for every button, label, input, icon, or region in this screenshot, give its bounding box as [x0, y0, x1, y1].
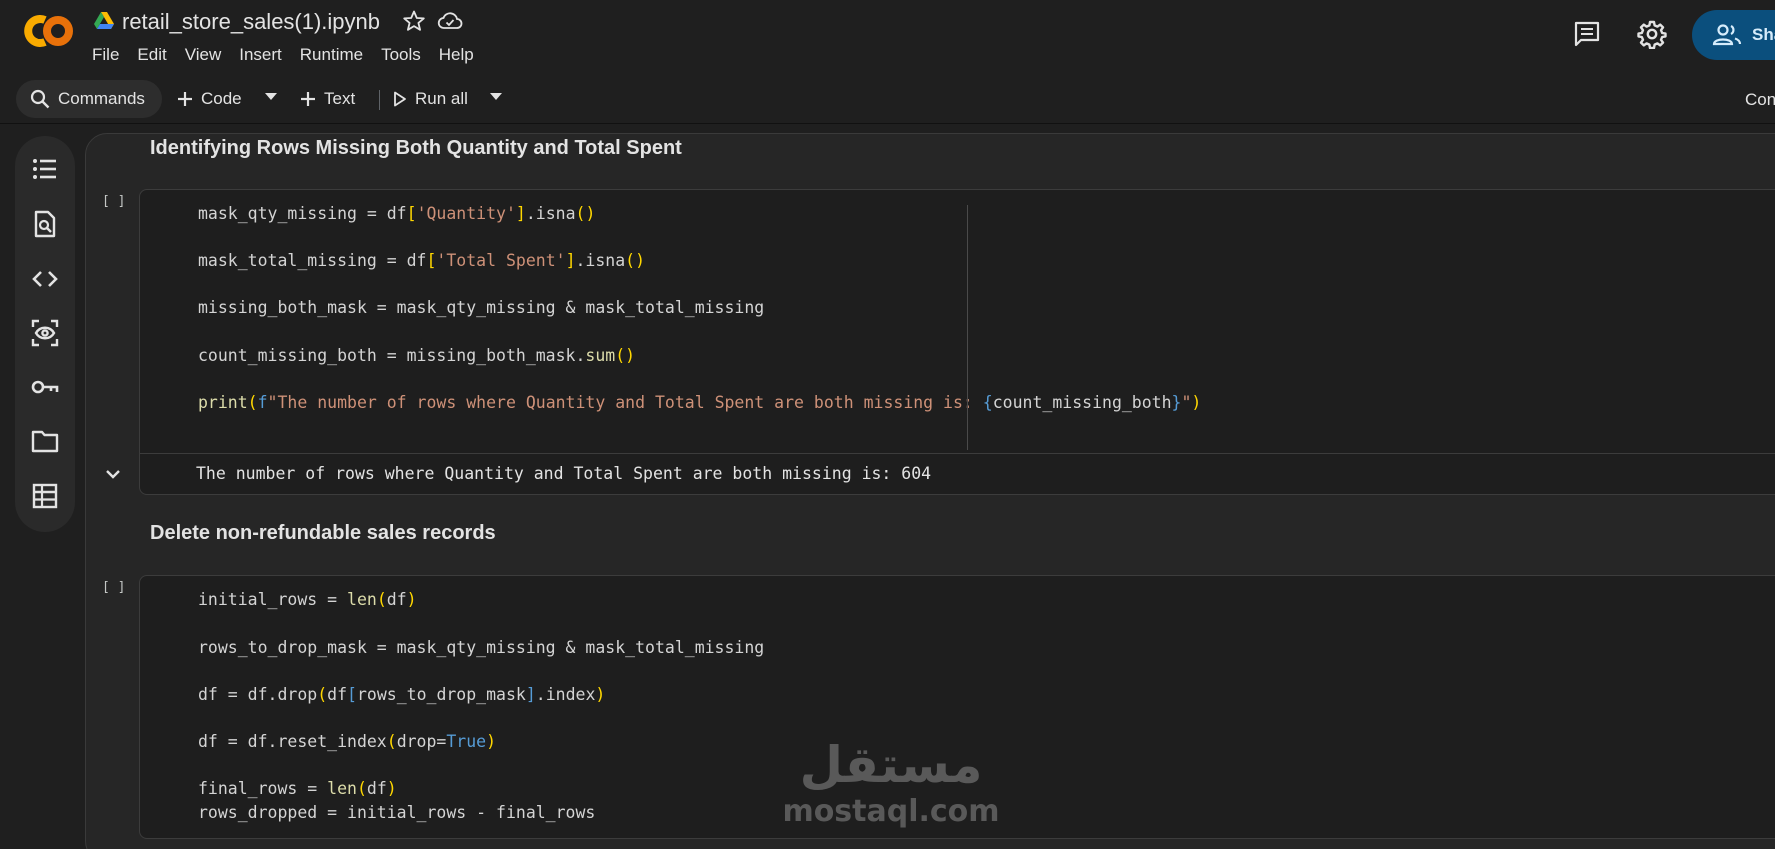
search-icon [30, 89, 50, 109]
code-line: rows_to_drop_mask = mask_qty_missing & m… [198, 638, 765, 657]
output-text: The number of rows where Quantity and To… [196, 464, 932, 483]
menu-view[interactable]: View [185, 45, 232, 65]
menu-edit[interactable]: Edit [137, 45, 176, 65]
add-text-label: Text [324, 89, 356, 108]
data-table-icon[interactable] [30, 481, 60, 511]
share-label: Sha [1752, 25, 1775, 44]
secrets-key-icon[interactable] [30, 372, 60, 402]
code-dropdown-caret-icon[interactable] [265, 93, 277, 100]
people-icon [1712, 24, 1742, 46]
code-line: rows_dropped = initial_rows - final_rows [198, 803, 596, 822]
menu-tools[interactable]: Tools [381, 45, 431, 65]
svg-text:mostaql.com: mostaql.com [782, 794, 999, 828]
code-line: missing_both_mask = mask_qty_missing & m… [198, 298, 765, 317]
files-folder-icon[interactable] [30, 426, 60, 456]
gear-icon[interactable] [1637, 19, 1667, 49]
menu-bar: File Edit View Insert Runtime Tools Help [92, 45, 492, 65]
add-code-cell-button[interactable]: Code [177, 80, 242, 118]
add-code-label: Code [201, 89, 242, 108]
cell-run-button[interactable]: [ ] [102, 580, 125, 595]
connect-button[interactable]: Con [1745, 90, 1775, 110]
app-header: retail_store_sales(1).ipynb File Edit Vi… [0, 0, 1775, 74]
menu-help[interactable]: Help [439, 45, 484, 65]
play-icon [394, 91, 406, 107]
add-text-cell-button[interactable]: Text [300, 80, 355, 118]
commands-label: Commands [58, 89, 145, 108]
code-line: final_rows = len(df) [198, 779, 397, 798]
run-all-button[interactable]: Run all [393, 80, 468, 118]
collapse-output-chevron-icon[interactable] [104, 465, 122, 483]
code-line: df = df.drop(df[rows_to_drop_mask].index… [198, 685, 606, 704]
commands-button[interactable]: Commands [16, 80, 162, 118]
code-line: count_missing_both = missing_both_mask.s… [198, 346, 636, 365]
menu-runtime[interactable]: Runtime [300, 45, 373, 65]
share-button[interactable]: Sha [1692, 10, 1775, 60]
indent-guide [967, 205, 968, 450]
table-of-contents-icon[interactable] [30, 154, 60, 184]
code-line: df = df.reset_index(drop=True) [198, 732, 497, 751]
cell-run-button[interactable]: [ ] [102, 194, 125, 209]
code-line: initial_rows = len(df) [198, 590, 417, 609]
code-cell[interactable]: mask_qty_missing = df['Quantity'].isna()… [139, 189, 1775, 495]
notebook-toolbar: Commands Code Text Run all Con [0, 74, 1775, 124]
cloud-saved-icon[interactable] [437, 9, 463, 33]
comment-icon[interactable] [1573, 20, 1601, 48]
section-heading[interactable]: Identifying Rows Missing Both Quantity a… [150, 137, 682, 160]
variables-inspector-icon[interactable] [30, 318, 60, 348]
plus-icon [301, 92, 315, 106]
svg-text:مستقل: مستقل [800, 736, 983, 794]
star-icon[interactable] [402, 9, 426, 33]
menu-insert[interactable]: Insert [239, 45, 292, 65]
code-line: mask_total_missing = df['Total Spent'].i… [198, 251, 646, 270]
find-in-files-icon[interactable] [30, 209, 60, 239]
run-all-label: Run all [415, 89, 468, 108]
plus-icon [178, 92, 192, 106]
google-drive-icon[interactable] [94, 12, 114, 30]
section-heading[interactable]: Delete non-refundable sales records [150, 522, 496, 545]
toolbar-divider [379, 90, 380, 110]
colab-logo[interactable] [18, 14, 74, 48]
run-all-dropdown-caret-icon[interactable] [490, 93, 502, 100]
cell-output: The number of rows where Quantity and To… [139, 453, 1775, 495]
mostaql-watermark-logo: مستقل mostaql.com [782, 736, 999, 828]
code-line: mask_qty_missing = df['Quantity'].isna() [198, 204, 596, 223]
menu-file[interactable]: File [92, 45, 129, 65]
notebook-filename[interactable]: retail_store_sales(1).ipynb [122, 9, 380, 35]
code-line: print(f"The number of rows where Quantit… [198, 393, 1202, 412]
left-sidebar [15, 136, 75, 532]
code-snippets-icon[interactable] [30, 264, 60, 294]
